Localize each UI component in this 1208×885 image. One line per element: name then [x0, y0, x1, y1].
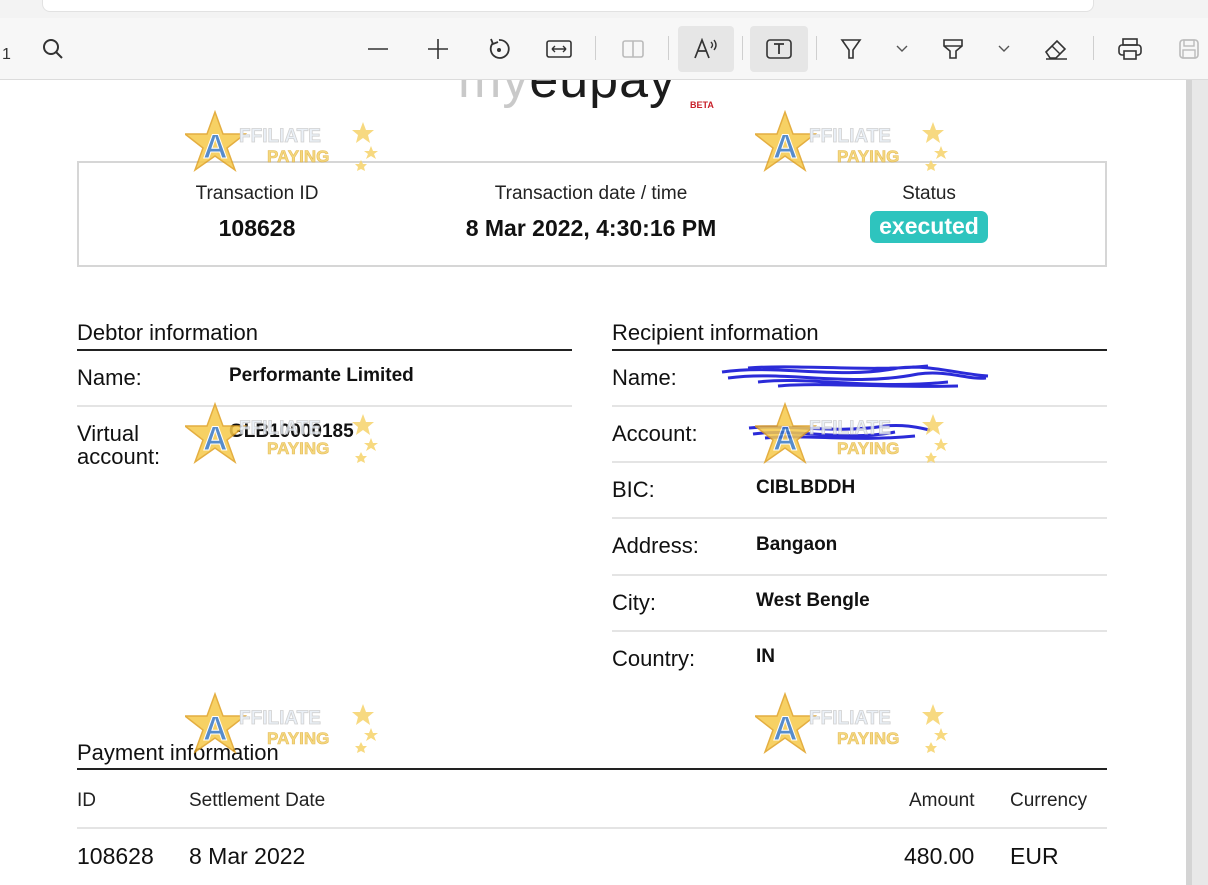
recipient-account-label: Account: [612, 421, 698, 446]
transaction-id-block: Transaction ID 108628 [157, 183, 357, 242]
status-block: Status executed [849, 183, 1009, 243]
logo: myeupay [458, 80, 677, 109]
recipient-bic-value: CIBLBDDH [756, 477, 856, 498]
payment-row-amount: 480.00 [904, 843, 975, 869]
recipient-country-label: Country: [612, 646, 696, 671]
zoom-out-icon[interactable] [362, 26, 394, 72]
svg-text:FFILIATE: FFILIATE [239, 126, 321, 147]
payment-header-id: ID [77, 790, 96, 811]
pdf-toolbar: 1 [0, 18, 1208, 80]
status-badge: executed [870, 211, 988, 243]
recipient-section-title: Recipient information [612, 320, 819, 345]
recipient-address-label: Address: [612, 533, 699, 558]
scrollbar-track[interactable] [1186, 80, 1192, 885]
rotate-icon[interactable] [482, 26, 516, 72]
fit-width-icon[interactable] [542, 26, 576, 72]
payment-row-settlement: 8 Mar 2022 [189, 843, 306, 869]
recipient-city-value: West Bengle [756, 590, 870, 611]
divider [77, 827, 1107, 829]
highlight-icon[interactable] [936, 26, 970, 72]
recipient-city-label: City: [612, 590, 656, 615]
svg-text:PAYING: PAYING [837, 729, 899, 748]
zoom-in-icon[interactable] [422, 26, 454, 72]
scrollbar[interactable] [1186, 80, 1208, 885]
transaction-summary: Transaction ID 108628 Transaction date /… [77, 161, 1107, 267]
debtor-title-rule [77, 349, 572, 351]
debtor-account-label: Virtual account: [77, 421, 161, 469]
text-box-icon[interactable] [750, 26, 808, 72]
recipient-title-rule [612, 349, 1107, 351]
debtor-section-title: Debtor information [77, 320, 258, 345]
redaction-scribble [721, 364, 989, 388]
divider [612, 461, 1107, 463]
recipient-address-value: Bangaon [756, 534, 838, 555]
save-icon[interactable] [1172, 26, 1206, 72]
divider [612, 630, 1107, 632]
two-page-icon[interactable] [616, 26, 650, 72]
debtor-name-label: Name: [77, 365, 142, 390]
payment-header-settlement: Settlement Date [189, 790, 326, 811]
draw-icon[interactable] [834, 26, 868, 72]
payment-row-id: 108628 [77, 843, 154, 869]
payment-section-title: Payment information [77, 740, 279, 765]
page-number[interactable]: 1 [2, 46, 11, 64]
status-label: Status [902, 183, 956, 204]
toolbar-separator [595, 36, 596, 60]
divider [77, 405, 572, 407]
debtor-account-value: GLB10000185 [229, 421, 354, 442]
toolbar-separator [742, 36, 743, 60]
svg-text:FFILIATE: FFILIATE [809, 708, 891, 729]
search-icon[interactable] [36, 26, 70, 72]
chevron-down-icon[interactable] [892, 26, 912, 72]
toolbar-separator [1093, 36, 1094, 60]
recipient-bic-label: BIC: [612, 477, 655, 502]
address-bar[interactable] [42, 0, 1094, 12]
payment-row-currency: EUR [1010, 843, 1059, 869]
svg-text:FFILIATE: FFILIATE [239, 708, 321, 729]
payment-title-rule [77, 768, 1107, 770]
debtor-name-value: Performante Limited [229, 365, 414, 386]
svg-text:A: A [773, 710, 798, 748]
browser-top-strip [0, 0, 1208, 18]
toolbar-separator [668, 36, 669, 60]
transaction-id-value: 108628 [218, 215, 296, 241]
beta-label: BETA [690, 100, 714, 110]
payment-header-currency: Currency [1010, 790, 1088, 811]
affiliate-paying-watermark: A FFILIATE PAYING [752, 691, 955, 762]
chevron-down-icon[interactable] [994, 26, 1014, 72]
divider [612, 517, 1107, 519]
toolbar-separator [816, 36, 817, 60]
payment-header-amount: Amount [909, 790, 975, 811]
recipient-country-value: IN [756, 646, 775, 667]
divider [612, 405, 1107, 407]
pdf-page: myeupay BETA Transaction ID 108628 Trans… [0, 80, 1186, 885]
transaction-datetime-block: Transaction date / time 8 Mar 2022, 4:30… [441, 183, 741, 242]
transaction-datetime-value: 8 Mar 2022, 4:30:16 PM [465, 215, 717, 241]
transaction-id-label: Transaction ID [195, 183, 319, 204]
svg-text:A: A [203, 420, 228, 458]
svg-text:FFILIATE: FFILIATE [809, 126, 891, 147]
eraser-icon[interactable] [1038, 26, 1074, 72]
redaction-scribble [748, 424, 931, 440]
print-icon[interactable] [1112, 26, 1148, 72]
read-aloud-icon[interactable] [678, 26, 734, 72]
transaction-datetime-label: Transaction date / time [494, 183, 688, 204]
divider [612, 574, 1107, 576]
recipient-name-label: Name: [612, 365, 677, 390]
